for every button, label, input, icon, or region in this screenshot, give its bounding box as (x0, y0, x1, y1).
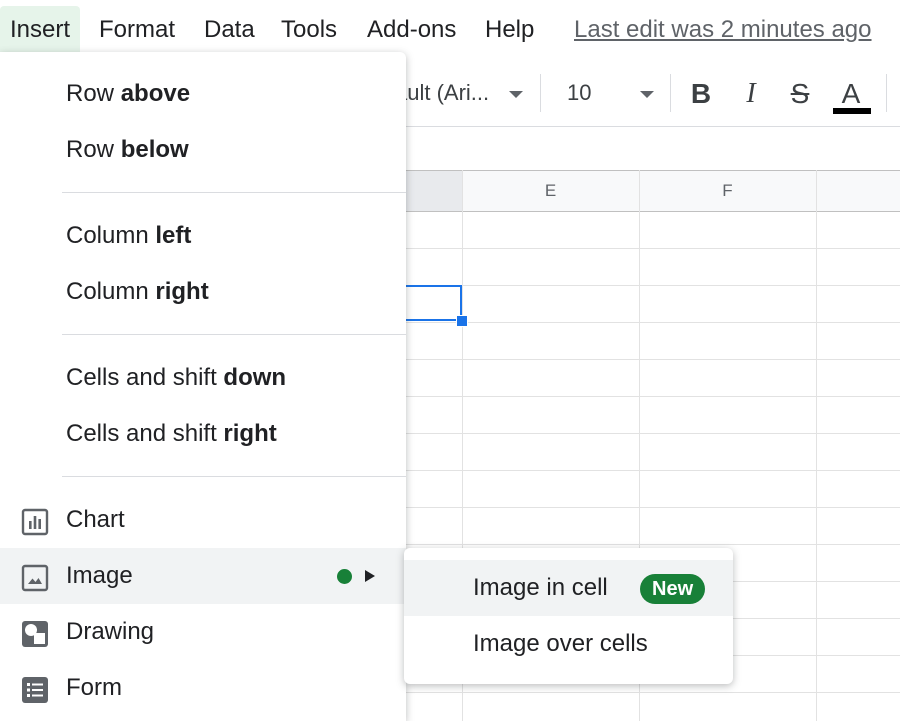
menu-label-bold: left (155, 222, 192, 249)
menu-label-prefix: Cells and shift (66, 364, 224, 391)
menu-separator (62, 192, 406, 193)
menu-label: Drawing (66, 618, 155, 645)
column-header-f[interactable]: F (639, 171, 816, 211)
menu-add-ons[interactable]: Add-ons (357, 6, 466, 54)
menu-label-prefix: Cells and shift (66, 420, 224, 447)
toolbar-divider (540, 74, 541, 112)
text-color-swatch (833, 108, 871, 114)
image-icon (21, 564, 49, 592)
fill-handle[interactable] (456, 315, 468, 327)
insert-drawing[interactable]: Drawing (0, 604, 406, 660)
column-header-e[interactable]: E (462, 171, 639, 211)
insert-form[interactable]: Form (0, 660, 406, 716)
menu-label: Image over cells (473, 630, 648, 657)
chart-icon (21, 508, 49, 536)
new-badge: New (640, 574, 706, 604)
new-indicator-dot (337, 569, 352, 584)
strikethrough-button[interactable]: S (782, 74, 818, 114)
menu-label-bold: down (223, 364, 287, 391)
insert-chart[interactable]: Chart (0, 492, 406, 548)
menu-label: Image in cell (473, 574, 608, 601)
insert-cells-shift-right[interactable]: Cells and shift right (0, 406, 406, 462)
menu-label-prefix: Row (66, 136, 121, 163)
menu-label: Image (66, 562, 133, 589)
menu-separator (62, 334, 406, 335)
menu-tools[interactable]: Tools (271, 6, 347, 54)
menu-label-prefix: Column (66, 222, 156, 249)
menu-help[interactable]: Help (475, 6, 544, 54)
image-submenu: Image in cell New Image over cells (404, 548, 733, 684)
insert-cells-shift-down[interactable]: Cells and shift down (0, 350, 406, 406)
menu-label-bold: below (120, 136, 189, 163)
menu-label-prefix: Row (66, 80, 121, 107)
italic-button[interactable]: I (733, 74, 769, 114)
menu-label: Chart (66, 506, 125, 533)
toolbar-divider (670, 74, 671, 112)
insert-row-above[interactable]: Row above (0, 66, 406, 122)
insert-image[interactable]: Image (0, 548, 406, 604)
font-family-select[interactable]: ault (Ari... (395, 74, 489, 112)
bold-button[interactable]: B (683, 74, 719, 114)
image-over-cells[interactable]: Image over cells (404, 616, 733, 672)
grid-line (816, 170, 817, 721)
drawing-icon (22, 621, 48, 647)
toolbar-divider (886, 74, 887, 112)
menu-label-bold: right (155, 278, 209, 305)
insert-column-right[interactable]: Column right (0, 264, 406, 320)
last-edit-link[interactable]: Last edit was 2 minutes ago (574, 6, 872, 54)
font-size-dropdown-icon[interactable] (640, 91, 654, 98)
menu-label: Form (66, 674, 122, 701)
insert-menu: Row above Row below Column left Column r… (0, 52, 406, 721)
insert-column-left[interactable]: Column left (0, 208, 406, 264)
insert-row-below[interactable]: Row below (0, 122, 406, 178)
menu-label-prefix: Column (66, 278, 156, 305)
menu-format[interactable]: Format (89, 6, 185, 54)
menu-insert[interactable]: Insert (0, 6, 81, 54)
menu-data[interactable]: Data (194, 6, 265, 54)
menu-separator (62, 476, 406, 477)
font-dropdown-icon[interactable] (509, 91, 523, 98)
form-icon (22, 677, 48, 703)
menu-label-bold: right (223, 420, 277, 447)
submenu-arrow-icon (365, 570, 375, 582)
menu-bar: Insert Format Data Tools Add-ons Help La… (0, 0, 900, 60)
font-size-select[interactable]: 10 (567, 74, 591, 112)
image-in-cell[interactable]: Image in cell New (404, 560, 733, 616)
menu-label-bold: above (120, 80, 191, 107)
